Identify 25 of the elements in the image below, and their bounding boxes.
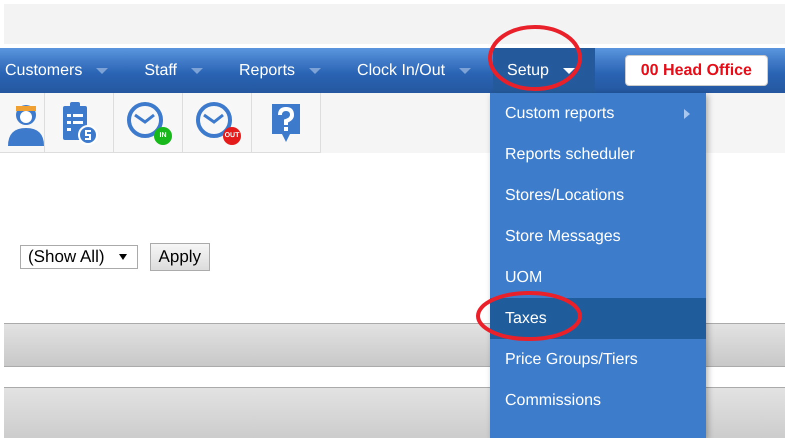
apply-button[interactable]: Apply	[150, 243, 210, 271]
toolbar-button[interactable]	[0, 93, 45, 153]
menu-item[interactable]: Stores/Locations	[490, 175, 706, 216]
caret-icon	[309, 68, 322, 74]
nav-menu-item[interactable]: Staff	[144, 48, 239, 93]
toolbar-button[interactable]	[45, 93, 114, 153]
store-button[interactable]: 00 Head Office	[624, 55, 768, 86]
clock-icon	[126, 100, 166, 140]
help-icon	[270, 102, 302, 144]
caret-icon	[562, 68, 575, 74]
caret-icon	[459, 68, 472, 74]
nav-menu-item[interactable]: Customers	[5, 48, 144, 93]
menu-item[interactable]: UOM	[490, 257, 706, 298]
filter-dropdown[interactable]: (Show All)	[20, 245, 138, 269]
menu-item[interactable]: Price Groups/Tiers	[490, 339, 706, 380]
caret-icon	[190, 68, 203, 74]
menu-item[interactable]: Reports scheduler	[490, 134, 706, 175]
caret-icon	[96, 68, 108, 74]
menu-item[interactable]: Commissions	[490, 380, 706, 421]
menu-item[interactable]: Store Messages	[490, 216, 706, 257]
dropdown-arrow-icon	[118, 254, 127, 260]
toolbar-button[interactable]	[252, 93, 321, 153]
menu-item[interactable]: Custom reports	[490, 93, 706, 134]
nav-menu-item[interactable]: Reports	[238, 48, 358, 93]
menu-item[interactable]: Taxes	[490, 298, 706, 339]
